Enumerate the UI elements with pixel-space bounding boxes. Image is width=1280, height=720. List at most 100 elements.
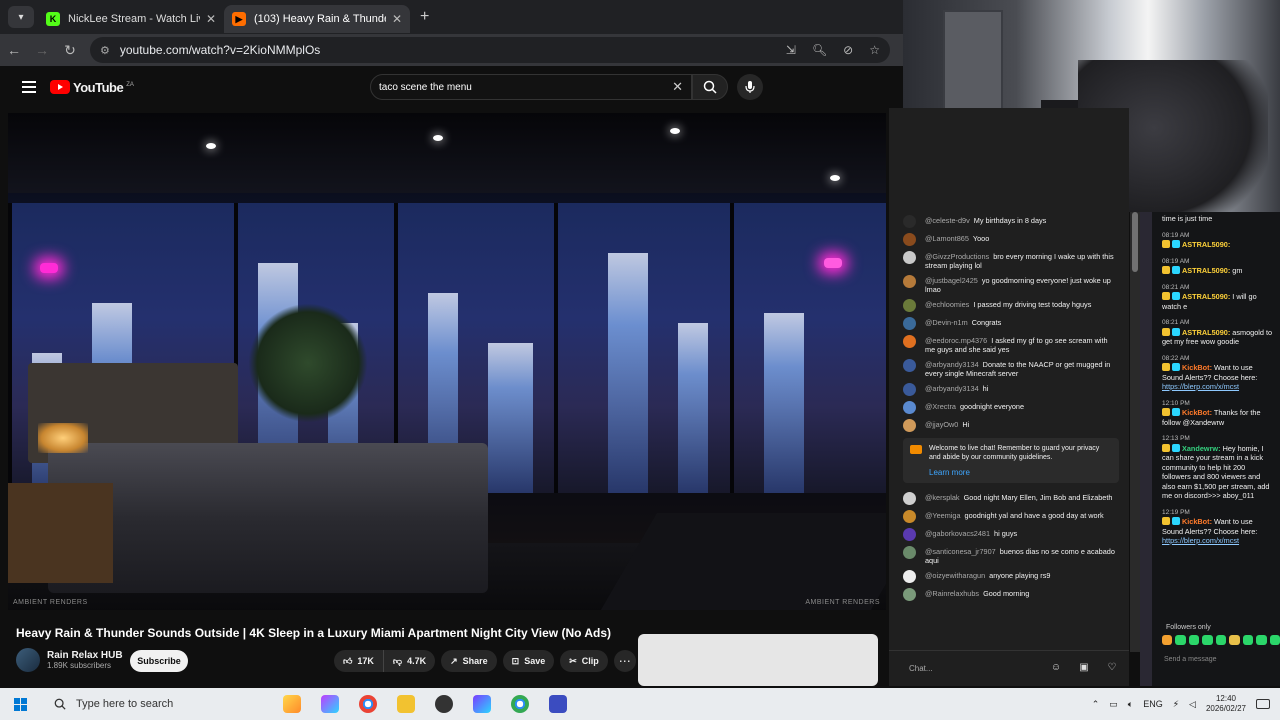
kick-username[interactable]: Xandewrw:	[1182, 444, 1221, 453]
chat-avatar[interactable]	[903, 419, 916, 432]
like-button[interactable]: 👍︎ 17K	[334, 650, 384, 672]
emote-bar[interactable]	[1152, 631, 1280, 645]
new-tab-button[interactable]: +	[420, 8, 429, 26]
chat-author[interactable]: @Lamont865	[925, 234, 969, 243]
tab-youtube[interactable]: ▶ (103) Heavy Rain & Thunde ✕	[224, 5, 410, 33]
chrome-icon[interactable]	[359, 695, 377, 713]
back-icon[interactable]: ←	[0, 42, 28, 58]
tab-close-icon[interactable]: ✕	[392, 12, 402, 26]
chat-avatar[interactable]	[903, 401, 916, 414]
chat-avatar[interactable]	[903, 335, 916, 348]
chat-avatar[interactable]	[903, 275, 916, 288]
network-icon[interactable]: ▭	[1109, 699, 1118, 710]
chat-avatar[interactable]	[903, 492, 916, 505]
chat-author[interactable]: @celeste-d9v	[925, 216, 970, 225]
chat-author[interactable]: @santiconesa_jr7907	[925, 547, 996, 556]
tab-nicklee[interactable]: K NickLee Stream - Watch Live on ✕	[38, 5, 224, 33]
chat-avatar[interactable]	[903, 251, 916, 264]
install-app-icon[interactable]: ⇲	[786, 43, 796, 57]
widgets-icon[interactable]	[283, 695, 301, 713]
kick-username[interactable]: KickBot:	[1182, 517, 1212, 526]
chat-avatar[interactable]	[903, 588, 916, 601]
chat-author[interactable]: @oizyewitharagun	[925, 571, 985, 580]
heart-icon[interactable]: ♡	[1105, 662, 1119, 676]
start-button[interactable]	[0, 697, 40, 711]
reload-icon[interactable]: ↻	[56, 42, 84, 59]
clear-search-icon[interactable]: ✕	[672, 79, 683, 95]
live-chat-messages[interactable]: @celeste-d9v My birthdays in 8 days @Lamon…	[889, 212, 1129, 652]
word-icon[interactable]	[549, 695, 567, 713]
chat-author[interactable]: @arbyandy3134	[925, 384, 979, 393]
kick-username[interactable]: ASTRAL5090:	[1182, 240, 1230, 249]
language-indicator[interactable]: ENG	[1143, 699, 1163, 709]
copilot-icon[interactable]	[321, 695, 339, 713]
chat-avatar[interactable]	[903, 299, 916, 312]
share-button[interactable]: ↗ Share	[441, 650, 497, 672]
gift-icon[interactable]: ▣	[1077, 662, 1091, 676]
bookmark-star-icon[interactable]: ☆	[869, 43, 880, 57]
chat-avatar[interactable]	[903, 359, 916, 372]
chat-avatar[interactable]	[903, 317, 916, 330]
chat-scrollbar[interactable]	[1130, 212, 1140, 652]
kick-username[interactable]: ASTRAL5090:	[1182, 292, 1230, 301]
url-field[interactable]: ⚙ youtube.com/watch?v=2KioNMMplOs ⇲ 🔍︎ ⊘…	[90, 37, 890, 63]
clock[interactable]: 12:40 2026/02/27	[1206, 694, 1246, 714]
chat-author[interactable]: @Yeemiga	[925, 511, 961, 520]
kick-username[interactable]: KickBot:	[1182, 408, 1212, 417]
save-button[interactable]: ⊡ Save	[502, 650, 555, 672]
chat-author[interactable]: @Rainrelaxhubs	[925, 589, 979, 598]
chat-author[interactable]: @gaborkovacs2481	[925, 529, 990, 538]
chat-author[interactable]: @Devin-n1m	[925, 318, 968, 327]
video-player[interactable]: AMBIENT RENDERS AMBIENT RENDERS	[8, 113, 886, 610]
site-info-icon[interactable]: ⚙	[100, 44, 110, 57]
kick-username[interactable]: KickBot:	[1182, 363, 1212, 372]
zoom-icon[interactable]: 🔍︎	[812, 43, 827, 57]
notifications-icon[interactable]	[1256, 699, 1270, 709]
search-input[interactable]: taco scene the menu ✕	[370, 74, 692, 100]
channel-avatar[interactable]	[16, 648, 40, 672]
kick-message-input[interactable]: Send a message	[1164, 656, 1217, 663]
chat-avatar[interactable]	[903, 510, 916, 523]
more-options-icon[interactable]: ⋯	[613, 650, 636, 672]
steam-icon[interactable]	[435, 695, 453, 713]
tab-close-icon[interactable]: ✕	[206, 12, 216, 26]
power-icon[interactable]: ⚡︎	[1173, 699, 1179, 710]
kick-username[interactable]: ASTRAL5090:	[1182, 328, 1230, 337]
chat-author[interactable]: @GivzzProductions	[925, 252, 989, 261]
kick-link[interactable]: https://blerp.com/x/mcst	[1162, 536, 1274, 546]
chat-author[interactable]: @Xrectra	[925, 402, 956, 411]
learn-more-link[interactable]: Learn more	[929, 468, 1111, 477]
chat-avatar[interactable]	[903, 215, 916, 228]
chat-author[interactable]: @echloomies	[925, 300, 969, 309]
chat-input[interactable]: Chat...	[899, 664, 1035, 673]
voice-search-button[interactable]	[737, 74, 763, 100]
eye-off-icon[interactable]: ⊘	[843, 43, 853, 57]
chat-avatar[interactable]	[903, 383, 916, 396]
subscribe-button[interactable]: Subscribe	[130, 650, 188, 672]
scroll-thumb[interactable]	[1132, 212, 1138, 272]
chat-author[interactable]: @justbagel2425	[925, 276, 978, 285]
channel-name[interactable]: Rain Relax HUB	[47, 650, 123, 661]
volume-icon[interactable]: 🔈︎	[1128, 699, 1133, 710]
tab-search-button[interactable]: ▾	[8, 6, 34, 28]
chat-avatar[interactable]	[903, 546, 916, 559]
emoji-icon[interactable]: ☺	[1049, 662, 1063, 676]
chrome-profile-icon[interactable]	[511, 695, 529, 713]
chat-avatar[interactable]	[903, 233, 916, 246]
app-icon[interactable]	[473, 695, 491, 713]
menu-icon[interactable]	[22, 78, 36, 96]
file-explorer-icon[interactable]	[397, 695, 415, 713]
chat-author[interactable]: @eedoroc.mp4376	[925, 336, 987, 345]
chat-author[interactable]: @arbyandy3134	[925, 360, 979, 369]
speaker-icon[interactable]: ◁	[1189, 699, 1196, 710]
kick-username[interactable]: ASTRAL5090:	[1182, 266, 1230, 275]
kick-link[interactable]: https://blerp.com/x/mcst	[1162, 382, 1274, 392]
channel-info[interactable]: Rain Relax HUB 1.89K subscribers	[16, 648, 123, 672]
dislike-button[interactable]: 👎︎ 4.7K	[383, 650, 436, 672]
taskbar-search[interactable]: Type here to search	[40, 688, 265, 720]
chat-avatar[interactable]	[903, 570, 916, 583]
related-card[interactable]	[638, 634, 878, 686]
chat-author[interactable]: @kersplak	[925, 493, 960, 502]
clip-button[interactable]: ✂ Clip	[560, 650, 608, 672]
forward-icon[interactable]: →	[28, 42, 56, 58]
